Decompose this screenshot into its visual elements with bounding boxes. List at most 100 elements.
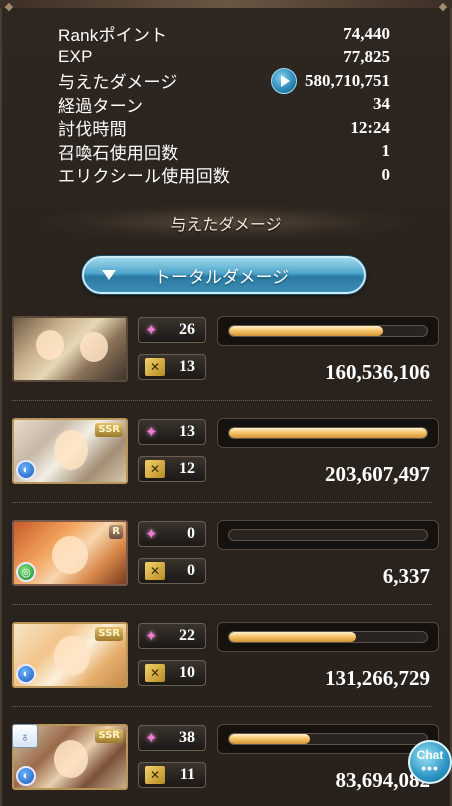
ougi-count-badge: ✕ 0 — [138, 558, 206, 584]
ability-icon: ✦ — [145, 729, 158, 747]
ability-count: 0 — [187, 525, 195, 542]
ability-icon: ✦ — [145, 423, 158, 441]
character-row: SSR ◐ ✦ 13 ✕ 12 203,607,497 — [12, 418, 440, 486]
stat-value: 74,440 — [343, 23, 390, 43]
rarity-badge: R — [109, 525, 123, 539]
damage-bar — [217, 622, 439, 652]
character-portrait[interactable]: R ◎ — [12, 520, 128, 586]
ougi-count: 0 — [187, 562, 195, 579]
damage-value: 131,266,729 — [325, 666, 430, 690]
ougi-count: 11 — [179, 766, 195, 783]
stat-value-wrap: 580,710,751 — [271, 67, 390, 94]
damage-bar-track — [228, 529, 428, 541]
damage-bar — [217, 316, 439, 346]
stat-exp: EXP 77,825 — [58, 46, 390, 70]
skill-icon[interactable]: ♁ — [12, 724, 38, 748]
corner-ornament-left: ◆ — [4, 1, 14, 13]
stat-damage-dealt: 与えたダメージ 580,710,751 — [58, 67, 390, 94]
corner-ornament-right: ◆ — [438, 1, 448, 13]
stat-elixir-uses: エリクシール使用回数 0 — [58, 163, 390, 187]
stat-value: 34 — [373, 94, 390, 114]
ability-count-badge: ✦ 26 — [138, 317, 206, 343]
stat-label: 討伐時間 — [58, 120, 127, 140]
character-row: R ◎ ✦ 0 ✕ 0 6,337 — [12, 520, 440, 588]
character-portrait[interactable]: SSR ◐ — [12, 622, 128, 688]
ougi-count: 10 — [179, 664, 195, 681]
damage-bar-fill — [229, 734, 311, 744]
chevron-down-icon — [102, 270, 116, 280]
ougi-count-badge: ✕ 12 — [138, 456, 206, 482]
damage-bar-fill — [229, 632, 356, 642]
ougi-count-badge: ✕ 13 — [138, 354, 206, 380]
dropdown-label: トータルダメージ — [154, 267, 290, 287]
stat-value: 12:24 — [350, 117, 390, 137]
rarity-badge: SSR — [95, 423, 123, 437]
portrait-face — [52, 536, 88, 574]
battle-stats: Rankポイント 74,440 EXP 77,825 与えたダメージ 580,7… — [58, 22, 390, 187]
stat-rank-points: Rankポイント 74,440 — [58, 22, 390, 46]
stat-summon-uses: 召喚石使用回数 1 — [58, 140, 390, 164]
damage-bar-track — [228, 733, 428, 745]
portrait-face — [54, 430, 88, 470]
damage-bar — [217, 724, 439, 754]
ability-icon: ✦ — [145, 525, 158, 543]
damage-value: 6,337 — [382, 564, 430, 588]
stat-value: 580,710,751 — [305, 70, 390, 90]
ougi-icon: ✕ — [145, 562, 165, 580]
damage-bar — [217, 520, 439, 550]
ougi-icon: ✕ — [145, 766, 165, 784]
rarity-badge: SSR — [95, 627, 123, 641]
water-element-icon: ◐ — [16, 460, 36, 480]
panel-top-border — [0, 0, 452, 8]
ougi-count-badge: ✕ 10 — [138, 660, 206, 686]
damage-bar-fill — [229, 428, 427, 438]
stat-label: エリクシール使用回数 — [58, 167, 230, 187]
ougi-count-badge: ✕ 11 — [138, 762, 206, 788]
row-divider — [12, 604, 432, 605]
damage-bar-track — [228, 631, 428, 643]
character-row: SSR ◐ ✦ 22 ✕ 10 131,266,729 — [12, 622, 440, 690]
stat-label: 召喚石使用回数 — [58, 143, 179, 163]
ougi-icon: ✕ — [145, 460, 165, 478]
stat-clear-time: 討伐時間 12:24 — [58, 116, 390, 140]
ability-icon: ✦ — [145, 321, 158, 339]
damage-bar-track — [228, 325, 428, 337]
chat-button[interactable]: Chat ••• — [408, 740, 452, 784]
damage-bar — [217, 418, 439, 448]
character-row: SSR ◐ ✦ 38 ✕ 11 83,694,082 — [12, 724, 440, 792]
section-title: 与えたダメージ — [170, 217, 282, 234]
ability-count: 38 — [179, 729, 195, 746]
stat-label: Rankポイント — [58, 26, 168, 46]
portrait-face — [80, 332, 108, 362]
ability-count-badge: ✦ 13 — [138, 419, 206, 445]
portrait-face — [54, 740, 88, 778]
ability-count: 22 — [179, 627, 195, 644]
ability-count-badge: ✦ 22 — [138, 623, 206, 649]
row-divider — [12, 706, 432, 707]
ability-count: 13 — [179, 423, 195, 440]
ougi-icon: ✕ — [145, 358, 165, 376]
stat-label: EXP — [58, 47, 93, 67]
total-damage-dropdown[interactable]: トータルダメージ — [82, 256, 366, 294]
row-divider — [12, 400, 432, 401]
wind-element-icon: ◎ — [16, 562, 36, 582]
chat-dots: ••• — [421, 760, 439, 776]
damage-value: 160,536,106 — [325, 360, 430, 384]
ability-count-badge: ✦ 0 — [138, 521, 206, 547]
ability-count-badge: ✦ 38 — [138, 725, 206, 751]
portrait-face — [54, 636, 90, 676]
ability-count: 26 — [179, 321, 195, 338]
water-element-icon: ◐ — [16, 664, 36, 684]
play-icon[interactable] — [271, 67, 297, 94]
stat-value: 1 — [381, 141, 391, 161]
character-portrait[interactable] — [12, 316, 128, 382]
stat-value: 77,825 — [343, 47, 390, 67]
ougi-count: 12 — [179, 460, 195, 477]
rarity-badge: SSR — [95, 729, 123, 743]
damage-value: 203,607,497 — [325, 462, 430, 486]
stat-label: 経過ターン — [58, 96, 144, 116]
stat-turns: 経過ターン 34 — [58, 93, 390, 117]
row-divider — [12, 502, 432, 503]
character-portrait[interactable]: SSR ◐ — [12, 418, 128, 484]
water-element-icon: ◐ — [16, 766, 36, 786]
